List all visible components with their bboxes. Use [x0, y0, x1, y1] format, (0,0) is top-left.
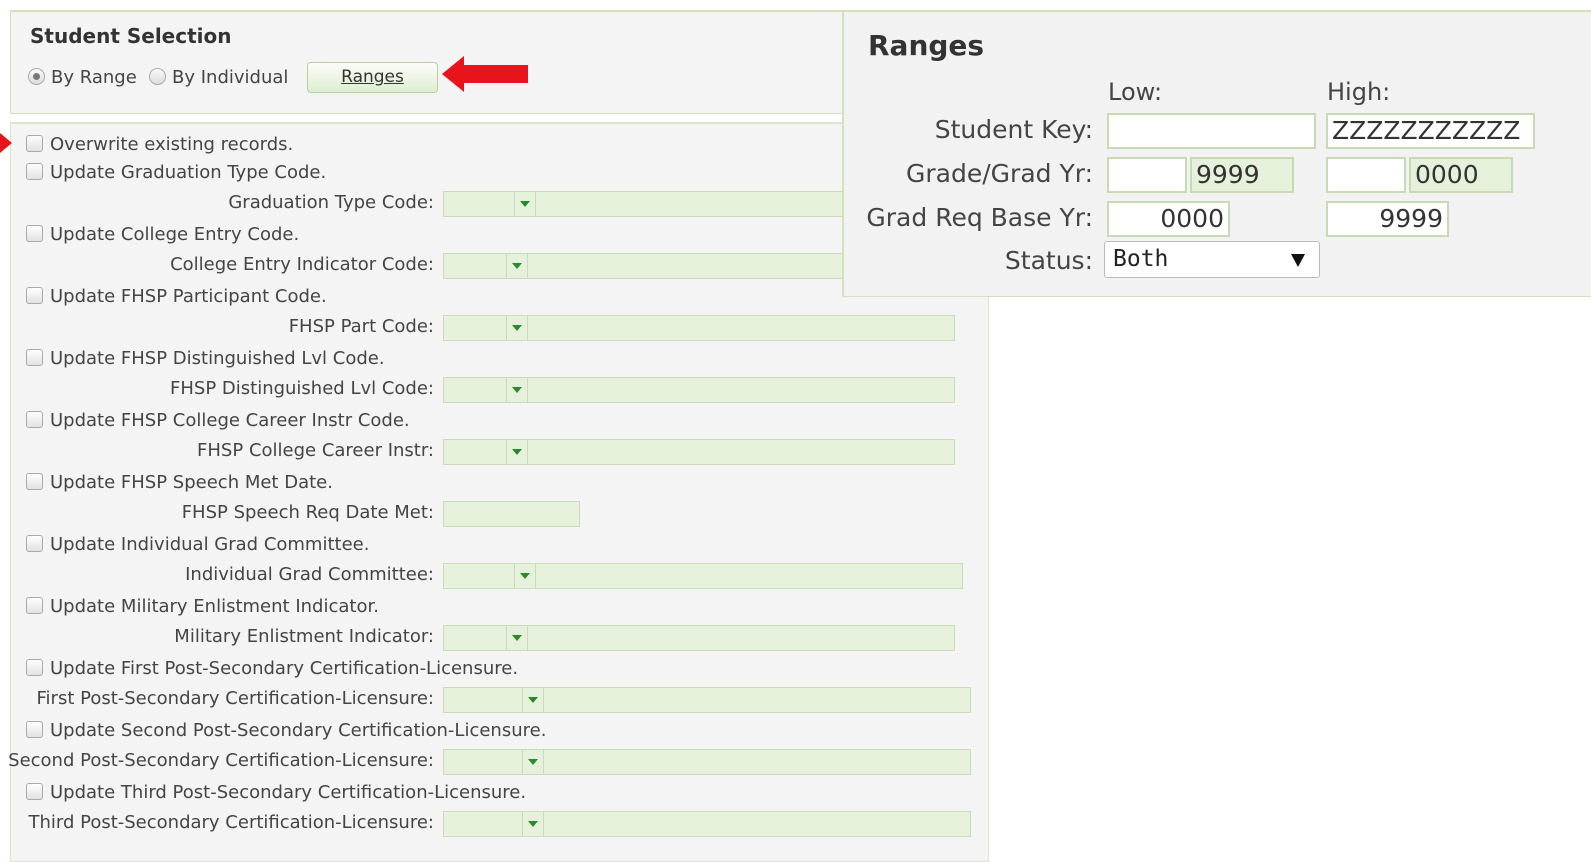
update-military-enlistment-label: Update Military Enlistment Indicator.: [50, 596, 379, 617]
second-cert-licensure-select[interactable]: [443, 749, 971, 775]
military-enlistment-indicator-select[interactable]: [443, 625, 955, 651]
chevron-down-icon[interactable]: [506, 378, 528, 402]
update-third-cert-checkbox[interactable]: [26, 783, 43, 800]
fhsp-part-code-label: FHSP Part Code:: [288, 316, 434, 337]
high-column-header: High:: [1327, 78, 1391, 106]
ranges-panel: Ranges Low: High: Student Key: ZZZZZZZZZ…: [842, 10, 1591, 297]
update-college-entry-label: Update College Entry Code.: [50, 224, 300, 245]
chevron-down-icon[interactable]: [522, 750, 544, 774]
low-column-header: Low:: [1108, 78, 1163, 106]
update-college-entry-checkbox[interactable]: [26, 225, 43, 242]
fhsp-distinguished-lvl-select[interactable]: [443, 377, 955, 403]
update-fhsp-distinguished-checkbox[interactable]: [26, 349, 43, 366]
military-enlistment-indicator-label: Military Enlistment Indicator:: [174, 626, 434, 647]
update-first-cert-checkbox[interactable]: [26, 659, 43, 676]
update-fhsp-speech-checkbox[interactable]: [26, 473, 43, 490]
update-first-cert-label: Update First Post-Secondary Certificatio…: [50, 658, 519, 679]
student-key-low-input[interactable]: [1107, 113, 1316, 149]
fhsp-distinguished-lvl-label: FHSP Distinguished Lvl Code:: [170, 378, 434, 399]
chevron-down-icon[interactable]: [506, 316, 528, 340]
update-second-cert-checkbox[interactable]: [26, 721, 43, 738]
third-cert-licensure-select[interactable]: [443, 811, 971, 837]
chevron-down-icon[interactable]: [522, 688, 544, 712]
update-second-cert-label: Update Second Post-Secondary Certificati…: [50, 720, 547, 741]
student-selection-title: Student Selection: [30, 24, 232, 48]
update-fhsp-participant-label: Update FHSP Participant Code.: [50, 286, 327, 307]
individual-grad-committee-select[interactable]: [443, 563, 963, 589]
fhsp-college-career-instr-select[interactable]: [443, 439, 955, 465]
update-fhsp-distinguished-label: Update FHSP Distinguished Lvl Code.: [50, 348, 385, 369]
grade-grad-yr-label: Grade/Grad Yr:: [906, 159, 1093, 188]
by-individual-label[interactable]: By Individual: [172, 67, 288, 88]
status-label: Status:: [1004, 246, 1093, 275]
by-range-label[interactable]: By Range: [51, 67, 137, 88]
by-individual-radio[interactable]: [149, 68, 166, 85]
chevron-down-icon[interactable]: [514, 192, 536, 216]
update-graduation-type-label: Update Graduation Type Code.: [50, 162, 327, 183]
grad-req-base-yr-label: Grad Req Base Yr:: [866, 203, 1093, 232]
second-cert-licensure-label: Second Post-Secondary Certification-Lice…: [8, 750, 434, 771]
grade-low-input[interactable]: [1107, 157, 1187, 193]
graduation-type-code-label: Graduation Type Code:: [228, 192, 434, 213]
status-select[interactable]: Both: [1104, 241, 1320, 278]
update-fhsp-college-career-checkbox[interactable]: [26, 411, 43, 428]
chevron-down-icon[interactable]: [506, 254, 528, 278]
ranges-button[interactable]: Ranges: [307, 62, 438, 93]
overwrite-checkbox[interactable]: [26, 135, 43, 152]
fhsp-speech-req-date-input[interactable]: [443, 501, 580, 527]
first-cert-licensure-select[interactable]: [443, 687, 971, 713]
annotation-arrow-head-icon: [442, 56, 464, 92]
student-selection-panel: Student Selection By Range By Individual…: [10, 10, 860, 114]
fhsp-speech-req-date-label: FHSP Speech Req Date Met:: [181, 502, 434, 523]
third-cert-licensure-label: Third Post-Secondary Certification-Licen…: [28, 812, 434, 833]
chevron-down-icon[interactable]: [506, 440, 528, 464]
fhsp-part-code-select[interactable]: [443, 315, 955, 341]
overwrite-label: Overwrite existing records.: [50, 134, 294, 155]
grad-yr-low-input[interactable]: 9999: [1190, 157, 1294, 193]
chevron-down-icon[interactable]: [522, 812, 544, 836]
grade-high-input[interactable]: [1326, 157, 1406, 193]
by-range-radio[interactable]: [28, 68, 45, 85]
first-cert-licensure-label: First Post-Secondary Certification-Licen…: [36, 688, 435, 709]
caret-down-icon: [1291, 254, 1305, 267]
update-graduation-type-checkbox[interactable]: [26, 163, 43, 180]
update-individual-grad-committee-label: Update Individual Grad Committee.: [50, 534, 370, 555]
update-fhsp-participant-checkbox[interactable]: [26, 287, 43, 304]
chevron-down-icon[interactable]: [514, 564, 536, 588]
individual-grad-committee-label: Individual Grad Committee:: [185, 564, 434, 585]
update-fhsp-speech-label: Update FHSP Speech Met Date.: [50, 472, 333, 493]
annotation-arrow-shaft: [460, 65, 528, 83]
status-value: Both: [1113, 246, 1169, 272]
grad-yr-high-input[interactable]: 0000: [1409, 157, 1513, 193]
update-military-enlistment-checkbox[interactable]: [26, 597, 43, 614]
student-key-high-input[interactable]: ZZZZZZZZZZZ: [1326, 113, 1535, 149]
ranges-title: Ranges: [868, 29, 985, 62]
college-entry-indicator-label: College Entry Indicator Code:: [170, 254, 434, 275]
grad-req-high-input[interactable]: 9999: [1326, 201, 1449, 237]
chevron-down-icon[interactable]: [506, 626, 528, 650]
student-key-label: Student Key:: [934, 115, 1093, 144]
annotation-arrow-icon: [0, 133, 12, 153]
update-third-cert-label: Update Third Post-Secondary Certificatio…: [50, 782, 527, 803]
grad-req-low-input[interactable]: 0000: [1107, 201, 1230, 237]
update-individual-grad-committee-checkbox[interactable]: [26, 535, 43, 552]
fhsp-college-career-instr-label: FHSP College Career Instr:: [197, 440, 434, 461]
update-fhsp-college-career-label: Update FHSP College Career Instr Code.: [50, 410, 410, 431]
